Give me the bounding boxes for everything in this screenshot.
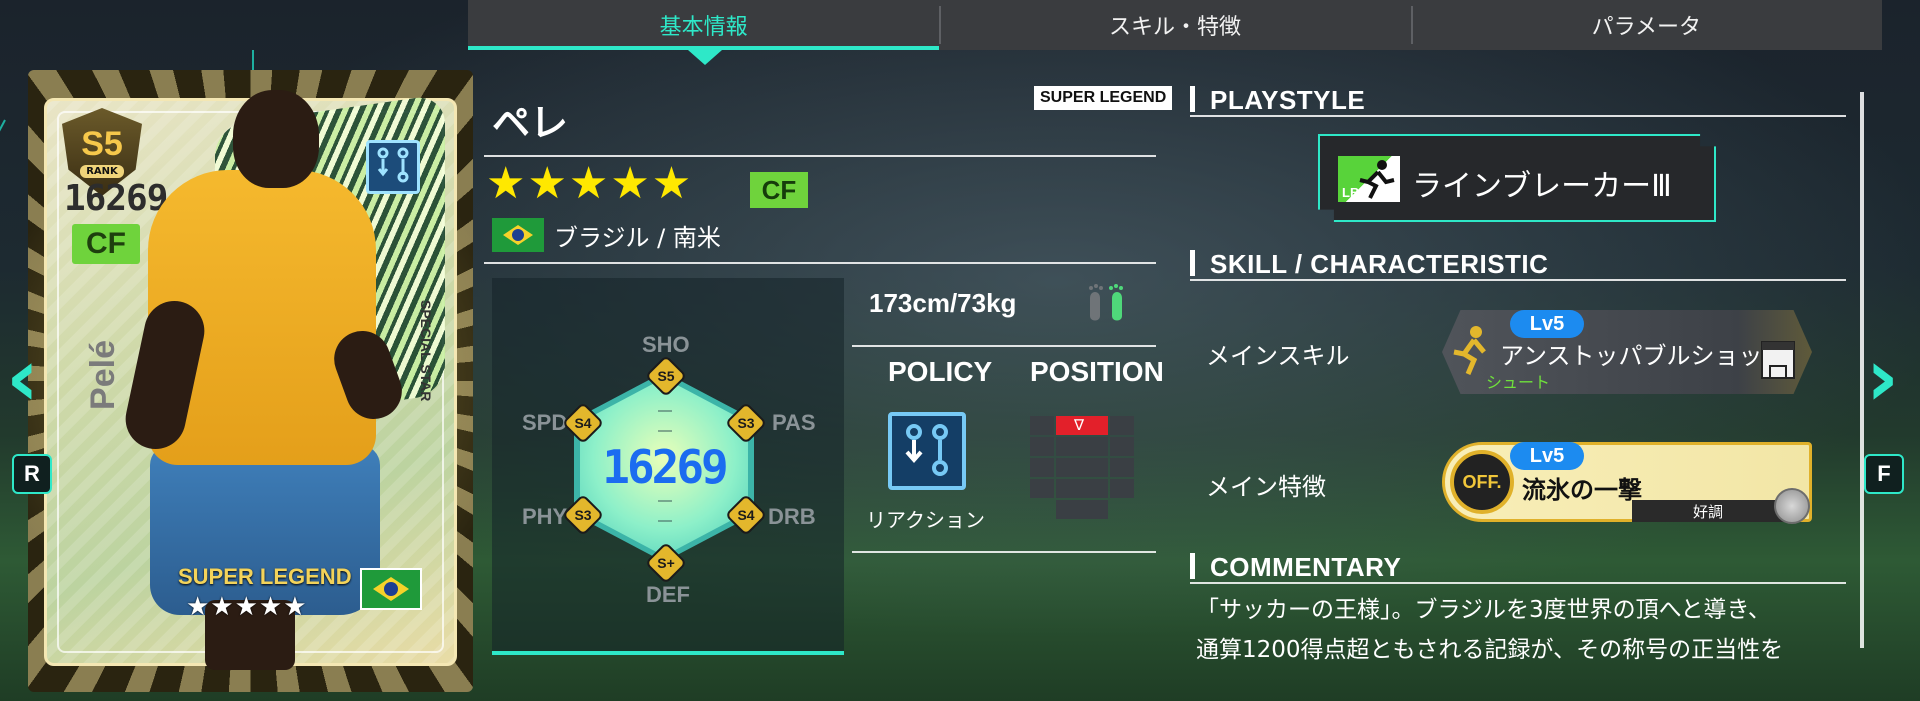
divider <box>1190 115 1846 117</box>
position-marker: ∇ <box>1074 416 1085 434</box>
commentary-text[interactable]: 「サッカーの王様」。ブラジルを3度世界の頂へと導き、 通算1200得点超ともされ… <box>1196 590 1846 670</box>
section-playstyle: PLAYSTYLE <box>1210 85 1366 115</box>
next-key-hint: F <box>1864 454 1904 494</box>
card-rating: 16269 <box>64 178 168 219</box>
both-feet-icon <box>1089 284 1123 321</box>
playstyle-name: ラインブレーカーⅢ <box>1412 169 1672 204</box>
stat-rank-phy-value: S3 <box>574 507 592 523</box>
hex-tick <box>658 430 672 432</box>
brazil-flag-icon <box>492 218 544 252</box>
tab-parameters[interactable]: パラメータ <box>1410 0 1882 50</box>
card-legend-label: SUPER LEGEND <box>178 564 352 589</box>
card-player-name: Pelé <box>84 340 122 410</box>
stat-label-spd: SPD <box>522 410 568 435</box>
section-bar <box>1190 86 1195 112</box>
stat-rank-sho-value: S5 <box>657 368 675 384</box>
main-trait-level: Lv5 <box>1510 442 1584 470</box>
card-policy-icon <box>366 140 420 194</box>
reaction-policy-icon[interactable] <box>888 412 966 490</box>
main-skill-name: アンストッパブルショット <box>1500 342 1787 370</box>
stat-label-sho: SHO <box>642 332 690 357</box>
height-weight: 173cm/73kg <box>869 288 1017 318</box>
position-badge: CF <box>750 172 808 208</box>
stat-rank-spd-value: S4 <box>574 415 592 431</box>
stat-label-phy: PHY <box>522 504 568 529</box>
player-photo-head <box>233 90 319 188</box>
rarity-tag: SUPER LEGEND <box>1034 86 1173 110</box>
main-skill-category: シュート <box>1486 373 1551 392</box>
policy-label: リアクション <box>866 508 985 532</box>
divider <box>484 262 1156 264</box>
stat-rank-drb-value: S4 <box>737 507 755 523</box>
main-skill-level: Lv5 <box>1510 310 1584 338</box>
section-bar <box>1190 250 1195 276</box>
deco-line <box>0 119 6 615</box>
hex-tick <box>658 410 672 412</box>
divider <box>1190 582 1846 584</box>
tab-skills-traits[interactable]: スキル・特徴 <box>939 0 1410 50</box>
nationality: ブラジル / 南米 <box>554 224 721 252</box>
scrollbar[interactable] <box>1860 92 1864 648</box>
prev-player-arrow-icon[interactable]: ‹ <box>6 338 39 418</box>
playstyle-code: LBK <box>1342 185 1369 200</box>
section-commentary: COMMENTARY <box>1210 552 1402 582</box>
condition-face-icon <box>1774 488 1810 524</box>
section-skill: SKILL / CHARACTERISTIC <box>1210 249 1549 279</box>
stat-panel-underline <box>492 651 844 655</box>
commentary-line: 通算1200得点超ともされる記録が、その称号の正当性を <box>1196 637 1784 663</box>
divider <box>852 551 1156 553</box>
linebreaker-icon: LBK <box>1338 156 1400 202</box>
active-tab-indicator <box>688 50 722 65</box>
card-rank-label: RANK <box>80 164 124 178</box>
stat-label-pas: PAS <box>772 410 816 435</box>
divider <box>1190 279 1846 281</box>
tab-basic-info[interactable]: 基本情報 <box>468 0 940 50</box>
main-trait-label: メイン特徴 <box>1206 473 1326 501</box>
shoot-skill-icon <box>1453 326 1486 375</box>
overall-rating: 16269 <box>602 440 728 494</box>
rarity-stars: ★★★★★ <box>486 158 694 209</box>
hex-tick <box>658 500 672 502</box>
card-position-badge: CF <box>72 224 140 264</box>
card-stars: ★★★★★ <box>186 592 308 622</box>
player-name: ペレ <box>492 101 569 145</box>
policy-header: POLICY <box>888 356 993 387</box>
main-trait-name: 流氷の一撃 <box>1522 476 1642 504</box>
prev-key-hint: R <box>12 454 52 494</box>
card-rank: S5 <box>81 124 123 163</box>
position-header: POSITION <box>1030 356 1164 387</box>
goal-icon <box>1761 341 1795 379</box>
stat-rank-pas-value: S3 <box>737 415 755 431</box>
divider <box>484 155 1156 157</box>
condition-status: 好調 <box>1632 500 1784 522</box>
stat-label-def: DEF <box>646 582 690 607</box>
hex-tick <box>658 520 672 522</box>
section-bar <box>1190 553 1195 579</box>
tab-bar: 基本情報 スキル・特徴 パラメータ <box>468 0 1882 50</box>
next-player-arrow-icon[interactable]: › <box>1866 338 1899 418</box>
card-special-tag: SPECIAL STAR <box>418 300 434 402</box>
brazil-flag-icon <box>360 568 422 610</box>
divider <box>852 345 1156 347</box>
commentary-line: 「サッカーの王様」。ブラジルを3度世界の頂へと導き、 <box>1196 597 1771 623</box>
stat-rank-def-value: S+ <box>657 555 675 571</box>
offense-trait-icon: OFF. <box>1450 450 1514 514</box>
main-skill-label: メインスキル <box>1206 342 1350 370</box>
stat-label-drb: DRB <box>768 504 816 529</box>
